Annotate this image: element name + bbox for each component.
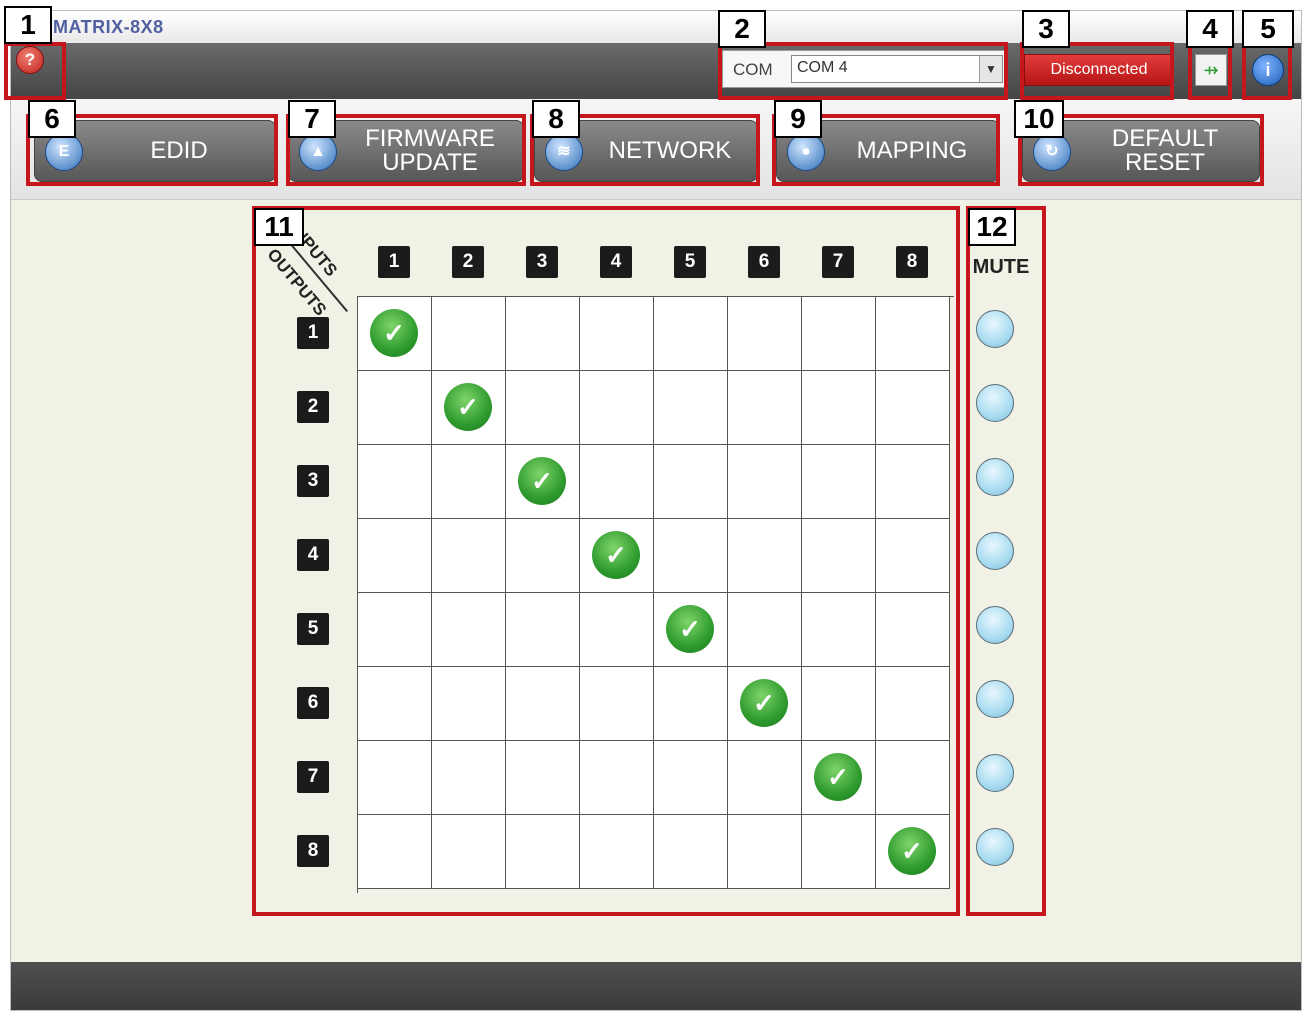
callout-number-1: 1 bbox=[4, 6, 52, 44]
callout-box-12 bbox=[966, 206, 1046, 916]
callout-number-3: 3 bbox=[1022, 10, 1070, 48]
callout-number-7: 7 bbox=[288, 100, 336, 138]
callout-number-5: 5 bbox=[1242, 10, 1294, 48]
callout-number-8: 8 bbox=[532, 100, 580, 138]
title-bar: MATRIX-8X8 bbox=[11, 11, 1301, 43]
bottom-status-bar bbox=[11, 962, 1301, 1010]
callout-box-5 bbox=[1242, 42, 1292, 100]
callout-box-4 bbox=[1188, 42, 1232, 100]
callout-number-12: 12 bbox=[968, 208, 1016, 246]
callout-number-4: 4 bbox=[1186, 10, 1234, 48]
callout-number-6: 6 bbox=[28, 100, 76, 138]
callout-box-1 bbox=[4, 42, 66, 100]
app-title: MATRIX-8X8 bbox=[53, 17, 164, 37]
callout-box-2 bbox=[718, 42, 1008, 100]
callout-number-10: 10 bbox=[1014, 100, 1064, 138]
callout-box-3 bbox=[1020, 42, 1174, 100]
callout-box-11 bbox=[252, 206, 960, 916]
callout-number-2: 2 bbox=[718, 10, 766, 48]
callout-number-11: 11 bbox=[254, 208, 304, 246]
callout-number-9: 9 bbox=[774, 100, 822, 138]
